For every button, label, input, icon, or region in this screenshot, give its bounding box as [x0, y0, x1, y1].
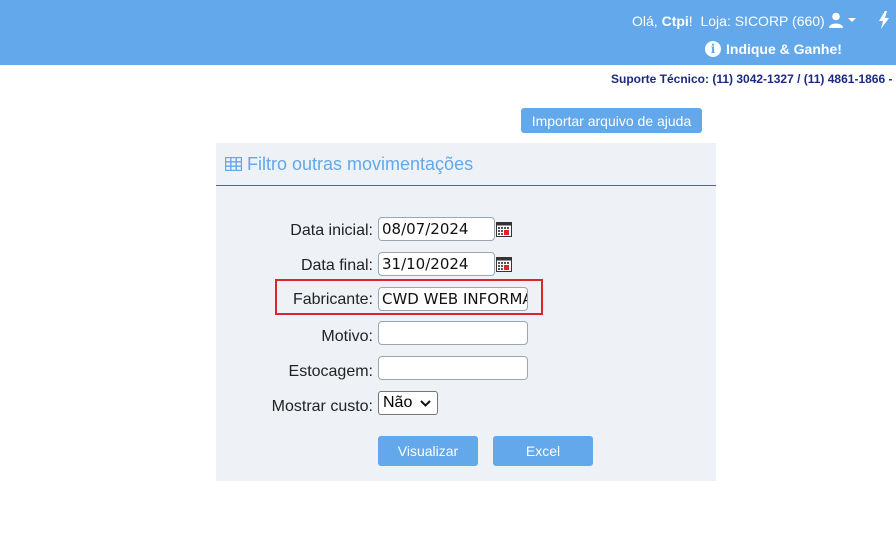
caret-down-icon: [848, 18, 856, 22]
panel-header: Filtro outras movimentações: [216, 143, 716, 186]
motivo-label: Motivo:: [321, 328, 373, 345]
user-menu-button[interactable]: [828, 12, 856, 28]
user-name: Ctpi: [661, 13, 689, 29]
data-final-label: Data final:: [300, 257, 373, 274]
top-bar: Olá, Ctpi! Loja: SICORP (660) i Indique …: [0, 0, 896, 65]
info-icon: i: [705, 41, 721, 57]
excel-button[interactable]: Excel: [493, 436, 593, 466]
panel-title: Filtro outras movimentações: [247, 153, 474, 174]
estocagem-label: Estocagem:: [288, 363, 373, 380]
estocagem-input[interactable]: [378, 356, 528, 380]
data-final-input[interactable]: 31/10/2024: [378, 252, 495, 276]
calendar-icon[interactable]: [496, 257, 512, 272]
table-icon: [225, 157, 242, 171]
visualizar-button[interactable]: Visualizar: [378, 436, 478, 466]
data-inicial-input[interactable]: 08/07/2024: [378, 217, 495, 241]
support-info: Suporte Técnico: (11) 3042-1327 / (11) 4…: [611, 72, 893, 86]
data-inicial-label: Data inicial:: [290, 222, 373, 239]
fabricante-input[interactable]: CWD WEB INFORMA: [378, 287, 528, 311]
mostrar-custo-select[interactable]: Não: [378, 391, 438, 415]
import-help-button[interactable]: Importar arquivo de ajuda: [521, 108, 702, 133]
chevron-down-icon: [420, 399, 432, 407]
calendar-icon[interactable]: [496, 222, 512, 237]
user-icon: [829, 12, 843, 28]
fabricante-label: Fabricante:: [292, 291, 373, 308]
indique-ganhe-link[interactable]: i Indique & Ganhe!: [705, 41, 842, 57]
motivo-input[interactable]: [378, 321, 528, 345]
store-name: Loja: SICORP (660): [700, 13, 825, 29]
bolt-icon[interactable]: [878, 11, 890, 29]
mostrar-custo-label: Mostrar custo:: [271, 398, 373, 415]
greeting: Olá, Ctpi! Loja: SICORP (660): [632, 13, 825, 29]
